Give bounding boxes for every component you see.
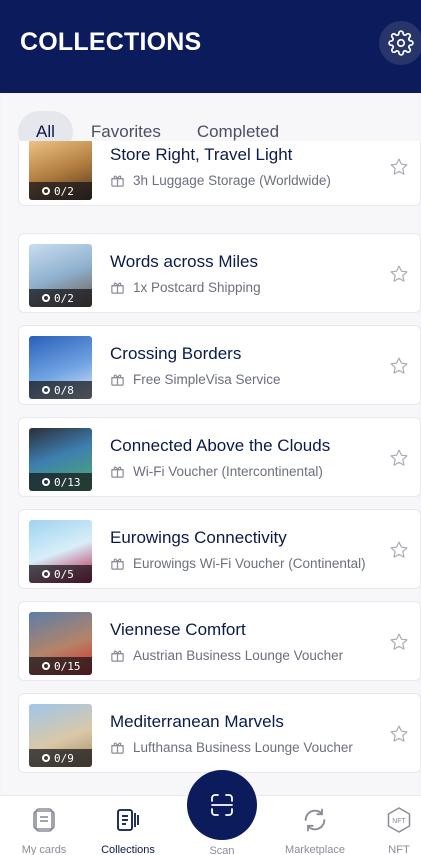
progress-count: 0/2 <box>54 291 74 305</box>
collection-reward: Lufthansa Business Lounge Voucher <box>110 740 353 755</box>
collection-card[interactable]: 0/2 Store Right, Travel Light 3h Luggage… <box>18 141 421 206</box>
refresh-icon <box>273 806 357 834</box>
progress-badge: 0/9 <box>29 749 92 767</box>
progress-badge: 0/8 <box>29 381 92 399</box>
progress-ring-icon <box>42 187 50 195</box>
nav-label-marketplace: Marketplace <box>285 844 345 855</box>
reward-label: Wi-Fi Voucher (Intercontinental) <box>133 464 323 479</box>
content-panel: All Favorites Completed 0/2 Store Right,… <box>0 93 421 855</box>
collection-title: Store Right, Travel Light <box>110 145 293 164</box>
collection-thumbnail: 0/5 <box>29 520 92 583</box>
page-title: COLLECTIONS <box>20 28 202 56</box>
nav-nft[interactable]: NFT NFT <box>357 806 421 855</box>
gift-icon <box>111 175 124 187</box>
collection-title: Crossing Borders <box>110 344 242 363</box>
favorite-star-icon[interactable] <box>389 448 409 468</box>
collection-reward: Free SimpleVisa Service <box>110 372 281 387</box>
progress-badge: 0/5 <box>29 565 92 583</box>
gift-icon <box>111 558 124 570</box>
progress-badge: 0/15 <box>29 657 92 675</box>
collection-title: Words across Miles <box>110 252 258 271</box>
gift-icon <box>111 374 124 386</box>
nav-label-nft: NFT <box>388 844 410 855</box>
favorite-star-icon[interactable] <box>389 356 409 376</box>
collection-card[interactable]: 0/2 Words across Miles 1x Postcard Shipp… <box>18 233 421 313</box>
collection-card[interactable]: 0/9 Mediterranean Marvels Lufthansa Busi… <box>18 693 421 773</box>
reward-label: Free SimpleVisa Service <box>133 372 281 387</box>
collections-list[interactable]: 0/2 Store Right, Travel Light 3h Luggage… <box>0 141 421 841</box>
collection-thumbnail: 0/2 <box>29 244 92 307</box>
favorite-star-icon[interactable] <box>389 724 409 744</box>
cards-icon <box>2 806 86 834</box>
progress-ring-icon <box>42 294 50 302</box>
collections-icon <box>86 806 170 834</box>
settings-button[interactable] <box>379 21 421 65</box>
nav-label-my-cards: My cards <box>21 844 67 855</box>
nft-icon: NFT <box>357 806 421 834</box>
progress-count: 0/13 <box>54 475 81 489</box>
nav-label-scan: Scan <box>209 845 235 855</box>
collection-reward: 1x Postcard Shipping <box>110 280 261 295</box>
scan-icon <box>211 794 233 816</box>
favorite-star-icon[interactable] <box>389 157 409 177</box>
progress-ring-icon <box>42 386 50 394</box>
progress-count: 0/2 <box>54 184 74 198</box>
gift-icon <box>111 466 124 478</box>
reward-label: Austrian Business Lounge Voucher <box>133 648 344 663</box>
gift-icon <box>111 650 124 662</box>
collection-thumbnail: 0/2 <box>29 141 92 200</box>
collection-title: Eurowings Connectivity <box>110 528 287 547</box>
favorite-star-icon[interactable] <box>389 540 409 560</box>
progress-badge: 0/2 <box>29 182 92 200</box>
progress-ring-icon <box>42 570 50 578</box>
collection-card[interactable]: 0/5 Eurowings Connectivity Eurowings Wi-… <box>18 509 421 589</box>
nft-icon-text: NFT <box>392 818 406 825</box>
collection-reward: 3h Luggage Storage (Worldwide) <box>110 173 331 188</box>
nav-marketplace[interactable]: Marketplace <box>273 806 357 855</box>
app-header: COLLECTIONS <box>0 0 421 93</box>
progress-badge: 0/2 <box>29 289 92 307</box>
favorite-star-icon[interactable] <box>389 632 409 652</box>
progress-count: 0/8 <box>54 383 74 397</box>
reward-label: 3h Luggage Storage (Worldwide) <box>133 173 331 188</box>
progress-count: 0/9 <box>54 751 74 765</box>
collection-card[interactable]: 0/13 Connected Above the Clouds Wi-Fi Vo… <box>18 417 421 497</box>
progress-ring-icon <box>42 754 50 762</box>
gift-icon <box>111 282 124 294</box>
reward-label: Eurowings Wi-Fi Voucher (Continental) <box>133 556 366 571</box>
collection-title: Connected Above the Clouds <box>110 436 331 455</box>
collection-title: Mediterranean Marvels <box>110 712 284 731</box>
collection-card[interactable]: 0/15 Viennese Comfort Austrian Business … <box>18 601 421 681</box>
nav-collections[interactable]: Collections <box>86 806 170 855</box>
progress-ring-icon <box>42 662 50 670</box>
collection-reward: Wi-Fi Voucher (Intercontinental) <box>110 464 323 479</box>
collection-title: Viennese Comfort <box>110 620 246 639</box>
collection-thumbnail: 0/15 <box>29 612 92 675</box>
scan-button[interactable] <box>187 770 257 840</box>
progress-ring-icon <box>42 478 50 486</box>
progress-badge: 0/13 <box>29 473 92 491</box>
gear-icon <box>388 30 414 56</box>
reward-label: 1x Postcard Shipping <box>133 280 261 295</box>
progress-count: 0/15 <box>54 659 81 673</box>
collection-reward: Eurowings Wi-Fi Voucher (Continental) <box>110 556 366 571</box>
collection-thumbnail: 0/8 <box>29 336 92 399</box>
collection-thumbnail: 0/9 <box>29 704 92 767</box>
favorite-star-icon[interactable] <box>389 264 409 284</box>
collection-reward: Austrian Business Lounge Voucher <box>110 648 343 663</box>
nav-my-cards[interactable]: My cards <box>2 806 86 855</box>
gift-icon <box>111 742 124 754</box>
nav-label-collections: Collections <box>101 844 155 855</box>
collection-card[interactable]: 0/8 Crossing Borders Free SimpleVisa Ser… <box>18 325 421 405</box>
progress-count: 0/5 <box>54 567 74 581</box>
collection-thumbnail: 0/13 <box>29 428 92 491</box>
reward-label: Lufthansa Business Lounge Voucher <box>133 740 353 755</box>
